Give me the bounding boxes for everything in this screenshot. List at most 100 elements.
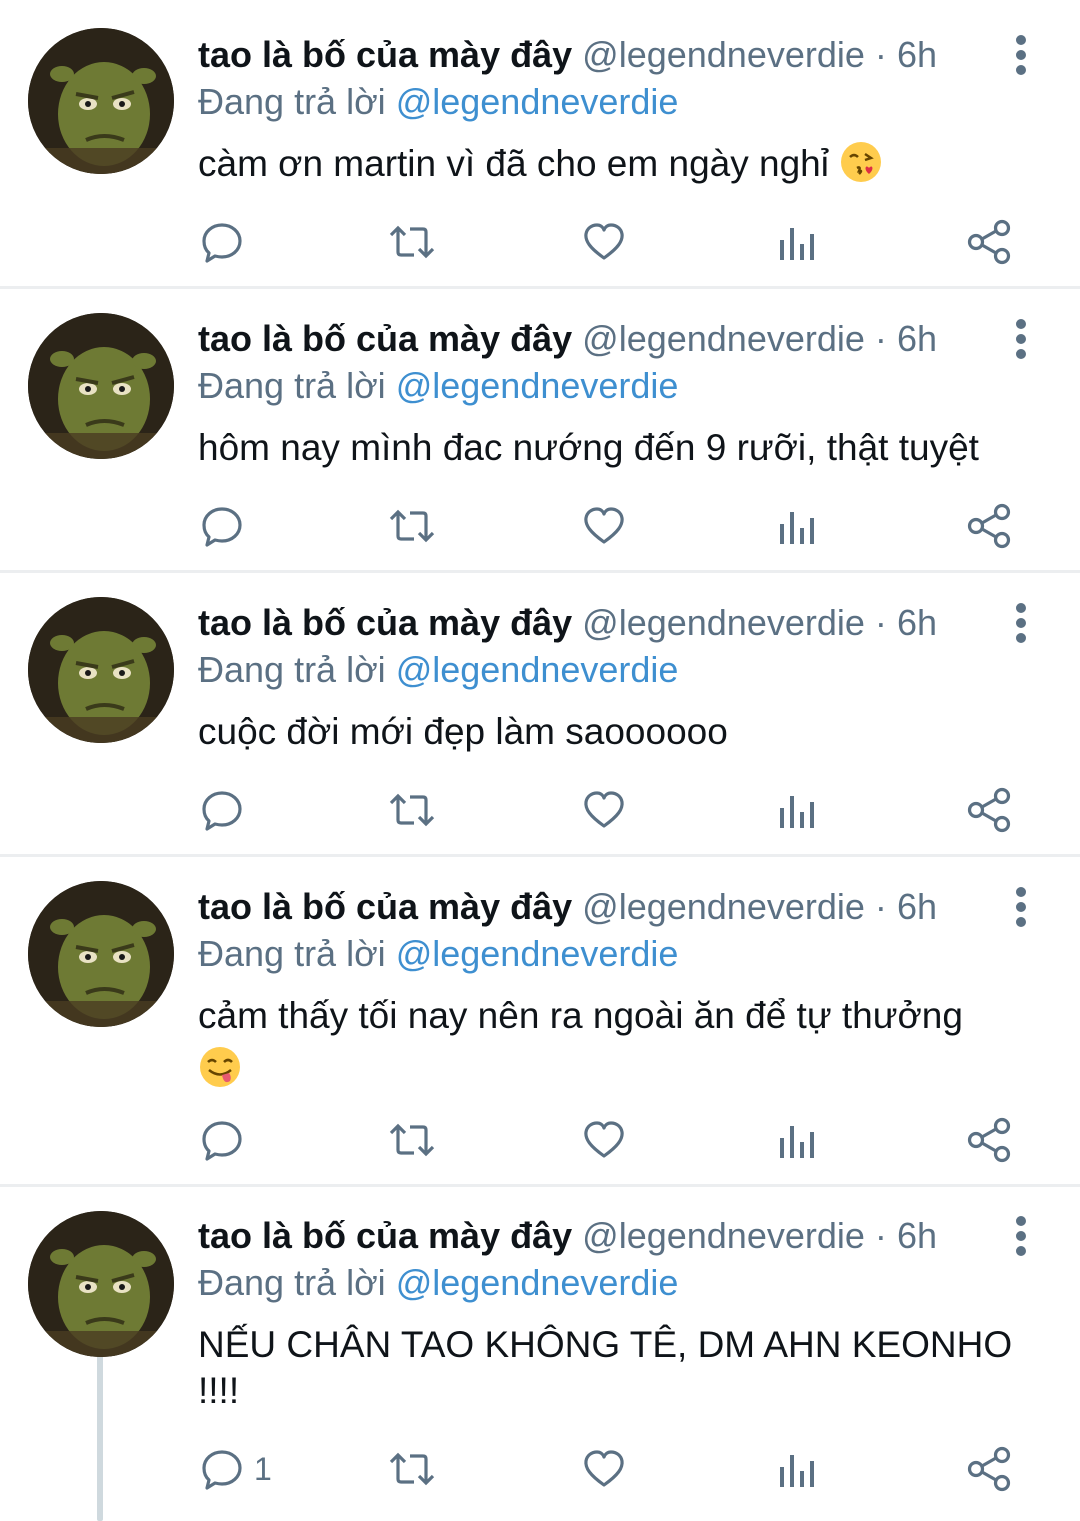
replying-to-label: Đang trả lời bbox=[198, 81, 386, 122]
tweet-actions bbox=[0, 212, 1080, 272]
share-button[interactable] bbox=[966, 212, 1012, 272]
share-icon bbox=[967, 1117, 1011, 1163]
reply-button[interactable]: 1 bbox=[200, 1439, 272, 1499]
face-savoring-food-emoji bbox=[200, 1047, 240, 1087]
like-icon bbox=[584, 1121, 624, 1158]
like-button[interactable] bbox=[582, 1439, 626, 1499]
replying-to-handle[interactable]: @legendneverdie bbox=[396, 81, 679, 122]
replying-to-handle[interactable]: @legendneverdie bbox=[396, 365, 679, 406]
analytics-button[interactable] bbox=[776, 1439, 816, 1499]
more-vertical-icon[interactable] bbox=[1006, 1215, 1036, 1259]
reply-button[interactable] bbox=[200, 780, 254, 840]
tweet-text: NẾU CHÂN TAO KHÔNG TÊ, DM AHN KEONHO !!!… bbox=[198, 1322, 1028, 1414]
replying-to-label: Đang trả lời bbox=[198, 365, 386, 406]
retweet-button[interactable] bbox=[388, 496, 436, 556]
share-button[interactable] bbox=[966, 780, 1012, 840]
like-button[interactable] bbox=[582, 496, 626, 556]
timestamp[interactable]: 6h bbox=[897, 602, 937, 643]
separator-dot: · bbox=[874, 318, 887, 359]
like-icon bbox=[584, 507, 624, 544]
face-blowing-kiss-emoji bbox=[841, 142, 882, 182]
more-vertical-icon[interactable] bbox=[1006, 34, 1036, 78]
tweet[interactable]: tao là bố của mày đây @legendneverdie · … bbox=[0, 289, 1080, 573]
separator-dot: · bbox=[874, 602, 887, 643]
reply-icon bbox=[202, 507, 242, 547]
profile-avatar[interactable] bbox=[28, 313, 174, 459]
retweet-button[interactable] bbox=[388, 780, 436, 840]
display-name[interactable]: tao là bố của mày đây bbox=[198, 1215, 572, 1256]
retweet-icon bbox=[389, 793, 435, 827]
tweet[interactable]: tao là bố của mày đây @legendneverdie · … bbox=[0, 857, 1080, 1187]
more-vertical-icon[interactable] bbox=[1006, 886, 1036, 930]
like-icon bbox=[584, 1450, 624, 1487]
user-handle[interactable]: @legendneverdie bbox=[582, 34, 865, 75]
tweet-header: tao là bố của mày đây @legendneverdie · … bbox=[198, 1211, 937, 1261]
retweet-button[interactable] bbox=[388, 1110, 436, 1170]
replying-to-handle[interactable]: @legendneverdie bbox=[396, 1262, 679, 1303]
profile-avatar[interactable] bbox=[28, 597, 174, 743]
replying-to-handle[interactable]: @legendneverdie bbox=[396, 933, 679, 974]
replying-to-handle[interactable]: @legendneverdie bbox=[396, 649, 679, 690]
replying-to: Đang trả lời @legendneverdie bbox=[198, 78, 678, 126]
profile-avatar[interactable] bbox=[28, 28, 174, 174]
reply-button[interactable] bbox=[200, 496, 254, 556]
replying-to: Đang trả lời @legendneverdie bbox=[198, 362, 678, 410]
tweet-text-content: hôm nay mình đac nướng đến 9 rưỡi, thật … bbox=[198, 427, 979, 468]
like-icon bbox=[584, 223, 624, 260]
tweet-header: tao là bố của mày đây @legendneverdie · … bbox=[198, 882, 937, 932]
retweet-button[interactable] bbox=[388, 1439, 436, 1499]
display-name[interactable]: tao là bố của mày đây bbox=[198, 602, 572, 643]
reply-button[interactable] bbox=[200, 212, 254, 272]
more-vertical-icon[interactable] bbox=[1006, 318, 1036, 362]
user-handle[interactable]: @legendneverdie bbox=[582, 318, 865, 359]
display-name[interactable]: tao là bố của mày đây bbox=[198, 34, 572, 75]
user-handle[interactable]: @legendneverdie bbox=[582, 1215, 865, 1256]
tweet-header: tao là bố của mày đây @legendneverdie · … bbox=[198, 314, 937, 364]
tweet-actions bbox=[0, 1110, 1080, 1170]
separator-dot: · bbox=[874, 886, 887, 927]
analytics-button[interactable] bbox=[776, 1110, 816, 1170]
retweet-icon bbox=[389, 1452, 435, 1486]
user-handle[interactable]: @legendneverdie bbox=[582, 602, 865, 643]
replying-to-label: Đang trả lời bbox=[198, 649, 386, 690]
like-button[interactable] bbox=[582, 1110, 626, 1170]
retweet-icon bbox=[389, 225, 435, 259]
profile-avatar[interactable] bbox=[28, 1211, 174, 1357]
tweet-text: càm ơn martin vì đã cho em ngày nghỉ bbox=[198, 140, 1028, 187]
timestamp[interactable]: 6h bbox=[897, 1215, 937, 1256]
tweet[interactable]: tao là bố của mày đây @legendneverdie · … bbox=[0, 573, 1080, 857]
share-button[interactable] bbox=[966, 496, 1012, 556]
tweet-text-content: cuộc đời mới đẹp làm saoooooo bbox=[198, 711, 728, 752]
user-handle[interactable]: @legendneverdie bbox=[582, 886, 865, 927]
share-icon bbox=[967, 503, 1011, 549]
tweet[interactable]: tao là bố của mày đây @legendneverdie · … bbox=[0, 0, 1080, 289]
reply-icon bbox=[202, 223, 242, 263]
tweet-text-content: càm ơn martin vì đã cho em ngày nghỉ bbox=[198, 143, 829, 184]
timestamp[interactable]: 6h bbox=[897, 318, 937, 359]
display-name[interactable]: tao là bố của mày đây bbox=[198, 318, 572, 359]
more-vertical-icon[interactable] bbox=[1006, 602, 1036, 646]
tweet-actions: 1 bbox=[0, 1439, 1080, 1499]
analytics-button[interactable] bbox=[776, 212, 816, 272]
reply-button[interactable] bbox=[200, 1110, 254, 1170]
analytics-icon bbox=[780, 1455, 814, 1487]
analytics-button[interactable] bbox=[776, 496, 816, 556]
tweet-actions bbox=[0, 780, 1080, 840]
replying-to: Đang trả lời @legendneverdie bbox=[198, 646, 678, 694]
replying-to: Đang trả lời @legendneverdie bbox=[198, 1259, 678, 1307]
retweet-button[interactable] bbox=[388, 212, 436, 272]
display-name[interactable]: tao là bố của mày đây bbox=[198, 886, 572, 927]
share-icon bbox=[967, 787, 1011, 833]
profile-avatar[interactable] bbox=[28, 881, 174, 1027]
analytics-button[interactable] bbox=[776, 780, 816, 840]
like-button[interactable] bbox=[582, 780, 626, 840]
reply-icon bbox=[202, 791, 242, 831]
tweet[interactable]: tao là bố của mày đây @legendneverdie · … bbox=[0, 1187, 1080, 1521]
timestamp[interactable]: 6h bbox=[897, 34, 937, 75]
share-button[interactable] bbox=[966, 1110, 1012, 1170]
tweet-text: cuộc đời mới đẹp làm saoooooo bbox=[198, 709, 1028, 755]
share-button[interactable] bbox=[966, 1439, 1012, 1499]
timestamp[interactable]: 6h bbox=[897, 886, 937, 927]
like-button[interactable] bbox=[582, 212, 626, 272]
replying-to-label: Đang trả lời bbox=[198, 933, 386, 974]
